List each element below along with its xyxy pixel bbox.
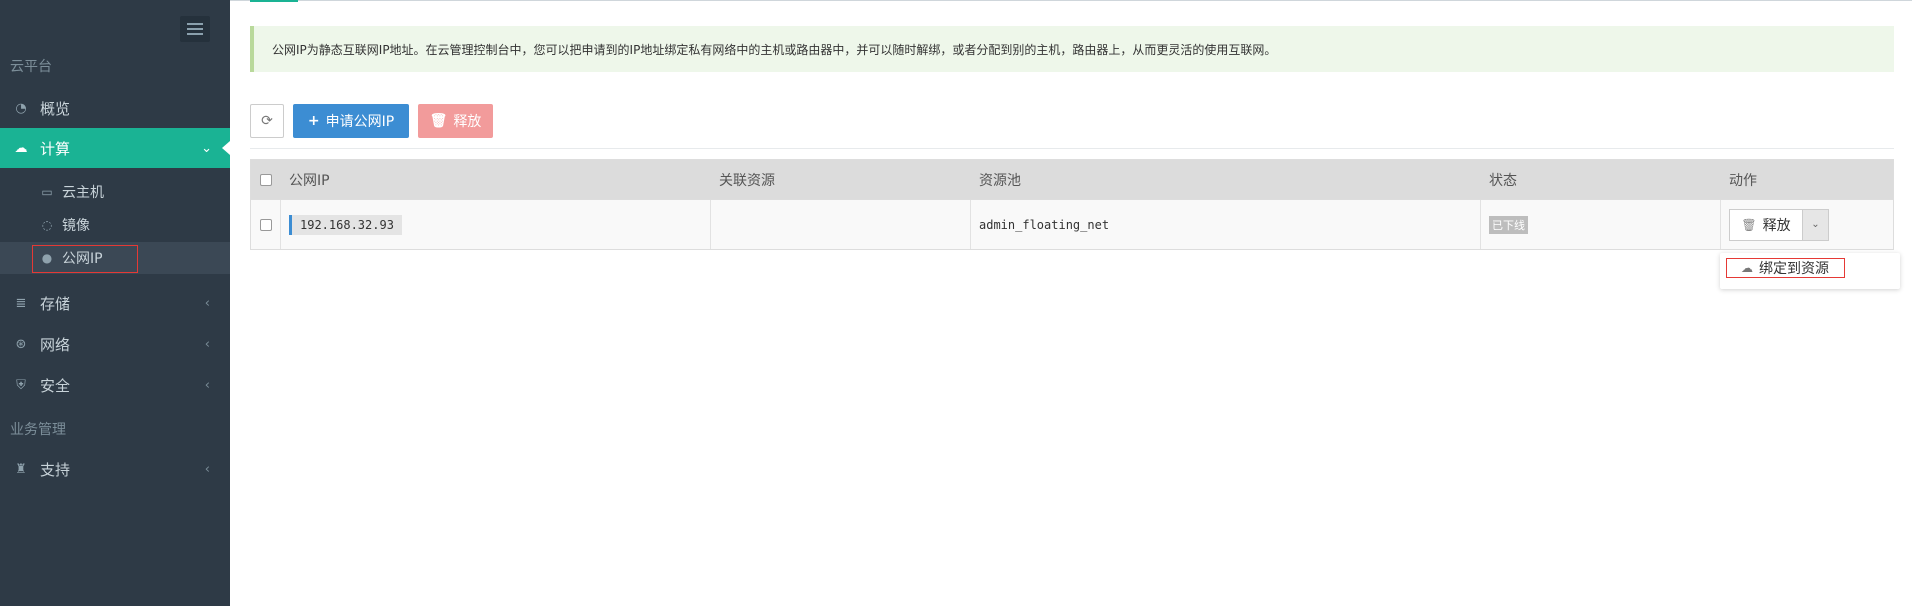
chevron-down-icon: ⌄ [201,140,212,156]
plus-icon: + [307,113,320,129]
sidebar-item-support[interactable]: ♜ 支持 ‹ [0,449,230,489]
column-header-action: 动作 [1729,172,1757,189]
refresh-icon: ⟳ [261,113,273,129]
sidebar-subitem-public-ip[interactable]: ● 公网IP [0,242,230,274]
sidebar-item-label: 网络 [40,335,71,354]
sidebar-item-security[interactable]: ⛨ 安全 ‹ [0,365,230,405]
chevron-left-icon: ‹ [204,295,210,311]
cell-status: 已下线 [1481,200,1721,249]
table-row: 192.168.32.93 admin_floating_net 已下线 🗑 释… [251,199,1893,249]
ip-address[interactable]: 192.168.32.93 [289,214,402,235]
row-select-cell [251,200,281,249]
public-ip-table: 公网IP 关联资源 资源池 状态 动作 192.168.32.93 admin_… [250,159,1894,250]
chevron-down-icon: ⌄ [1811,219,1820,230]
row-release-label: 释放 [1762,217,1791,234]
select-all-checkbox[interactable] [260,173,272,186]
bind-to-resource-label: 绑定到资源 [1759,261,1829,277]
sidebar-item-network[interactable]: ⊛ 网络 ‹ [0,324,230,364]
row-release-button[interactable]: 🗑 释放 [1729,208,1803,241]
image-icon: ◌ [41,218,53,232]
cloud-upload-icon: ☁ [1741,261,1753,275]
database-icon: ≣ [15,295,27,311]
column-header-status: 状态 [1489,172,1517,189]
section-header-cloud-platform: 云平台 [10,59,52,75]
cell-action: 🗑 释放 ⌄ [1721,200,1893,249]
info-alert-text: 公网IP为静态互联网IP地址。在云管理控制台中，您可以把申请到的IP地址绑定私有… [272,42,1277,57]
cloud-icon: ☁ [14,140,28,156]
action-button-group: 🗑 释放 ⌄ [1729,208,1829,241]
menu-toggle-icon[interactable] [180,16,210,42]
cell-resource [711,200,971,249]
release-label: 释放 [453,114,482,130]
sidebar-item-overview[interactable]: ◔ 概览 [0,88,230,128]
support-icon: ♜ [15,461,27,477]
apply-public-ip-button[interactable]: + 申请公网IP [293,104,409,138]
active-indicator [222,141,230,155]
sidebar-subitem-label: 云主机 [62,185,104,201]
top-accent-bar [250,0,298,2]
column-header-resource: 关联资源 [719,172,775,189]
selection-highlight [32,245,138,273]
action-dropdown-toggle[interactable]: ⌄ [1803,208,1829,241]
trash-icon: 🗑 [429,113,448,129]
sidebar-item-label: 概览 [40,99,71,118]
table-header: 公网IP 关联资源 资源池 状态 动作 [251,160,1893,199]
network-icon: ⊛ [15,336,27,352]
chevron-left-icon: ‹ [204,461,210,477]
column-header-public-ip: 公网IP [289,172,330,189]
monitor-icon: ▭ [41,185,53,199]
section-header-business: 业务管理 [10,422,66,438]
cell-pool: admin_floating_net [971,200,1481,249]
cell-public-ip: 192.168.32.93 [281,200,711,249]
sidebar-item-label: 安全 [40,376,71,395]
select-all-cell [251,160,281,199]
sidebar-item-label: 支持 [40,460,71,479]
sidebar: 云平台 ◔ 概览 ☁ 计算 ⌄ ▭ 云主机 ◌ 镜像 ● 公网IP ≣ 存储 ‹… [0,0,230,606]
apply-public-ip-label: 申请公网IP [325,114,395,130]
row-checkbox[interactable] [259,218,272,231]
bind-to-resource-item[interactable]: ☁ 绑定到资源 [1726,258,1845,278]
column-header-pool: 资源池 [979,172,1021,189]
sidebar-item-label: 计算 [40,139,71,158]
chevron-left-icon: ‹ [204,377,210,393]
action-dropdown-menu: ☁ 绑定到资源 [1720,253,1900,289]
dashboard-icon: ◔ [15,100,27,116]
release-button[interactable]: 🗑 释放 [418,104,493,138]
sidebar-item-label: 存储 [40,294,71,313]
toolbar-divider [250,148,1894,149]
shield-icon: ⛨ [16,377,26,393]
sidebar-subitem-image[interactable]: ◌ 镜像 [0,209,230,241]
chevron-left-icon: ‹ [204,336,210,352]
refresh-button[interactable]: ⟳ [250,104,284,138]
sidebar-subitem-vm[interactable]: ▭ 云主机 [0,176,230,208]
info-alert: 公网IP为静态互联网IP地址。在云管理控制台中，您可以把申请到的IP地址绑定私有… [250,26,1894,72]
sidebar-subitem-label: 镜像 [62,218,90,234]
pool-name: admin_floating_net [979,217,1110,232]
trash-icon: 🗑 [1741,217,1757,232]
sidebar-item-compute[interactable]: ☁ 计算 ⌄ [0,128,230,168]
status-badge: 已下线 [1489,215,1528,234]
top-divider [230,0,1912,1]
sidebar-item-storage[interactable]: ≣ 存储 ‹ [0,283,230,323]
